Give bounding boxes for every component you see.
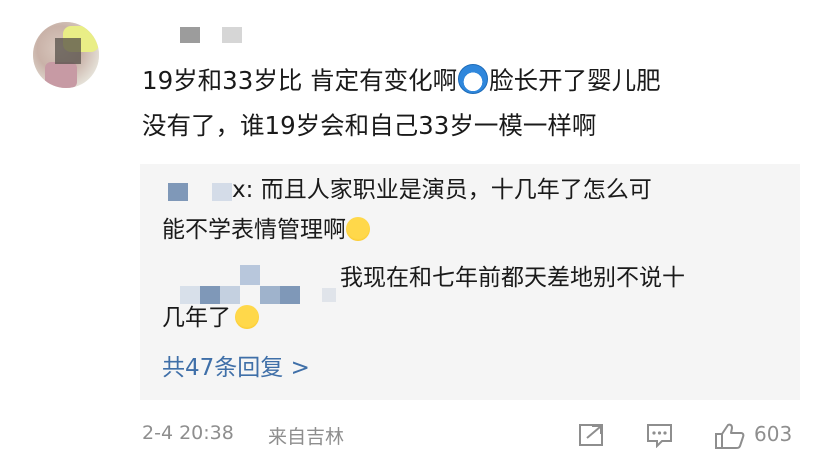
reply1-separator: : [245, 177, 261, 203]
laugh-cry-emoji-icon [235, 305, 259, 329]
doraemon-emoji-icon [458, 64, 489, 94]
smirk-emoji-icon [346, 217, 370, 241]
avatar[interactable] [33, 22, 99, 88]
username-mosaic[interactable] [142, 27, 242, 43]
mosaic-block [222, 27, 242, 43]
comment-line1-end: 脸长开了婴儿肥 [489, 66, 661, 95]
reply-box-top-fade [140, 152, 800, 164]
location: 来自吉林 [268, 426, 345, 448]
comment-line2: 没有了，谁19岁会和自己33岁一模一样啊 [142, 111, 597, 140]
reply1-text-line2: 能不学表情管理啊 [162, 217, 346, 243]
avatar-mosaic [55, 38, 81, 64]
mosaic-block [180, 27, 200, 43]
comment-text: 19岁和33岁比 肯定有变化啊 脸长开了婴儿肥 没有了，谁19岁会和自己33岁一模… [142, 58, 782, 148]
reply1-author-name[interactable]: x [232, 177, 246, 203]
avatar-clothes [45, 62, 77, 88]
more-replies-link[interactable]: 共47条回复 > [162, 350, 310, 386]
reply2-text-line2: 几年了 [162, 305, 231, 331]
comment-icon[interactable] [646, 422, 674, 453]
reply-1[interactable]: x: 而且人家职业是演员，十几年了怎么可 能不学表情管理啊 [162, 170, 782, 250]
timestamp: 2-4 20:38 [142, 422, 234, 444]
comment-line1-start: 19岁和33岁比 肯定有变化啊 [142, 66, 458, 95]
reply1-text-line1: 而且人家职业是演员，十几年了怎么可 [260, 177, 652, 203]
like-icon[interactable] [714, 422, 746, 455]
reply-2[interactable]: 我现在和七年前都天差地别不说十 几年了 [162, 258, 782, 338]
like-count: 603 [754, 422, 793, 446]
share-icon[interactable] [578, 422, 606, 453]
comment-footer: 2-4 20:38 来自吉林 603 [142, 420, 802, 450]
reply2-text-line1: 我现在和七年前都天差地别不说十 [340, 265, 685, 291]
